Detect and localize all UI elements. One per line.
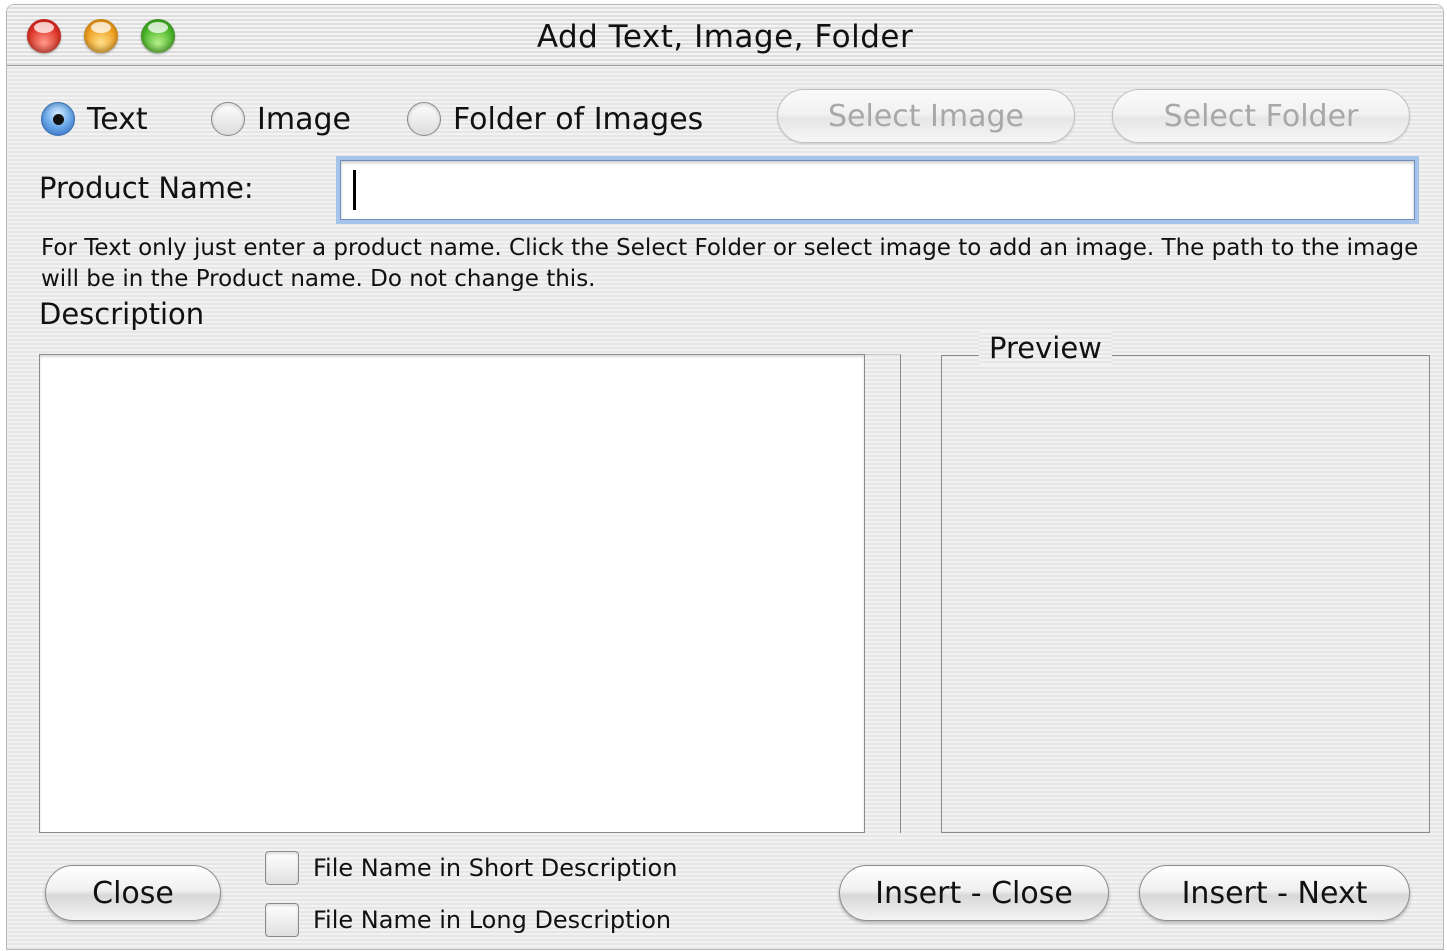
dialog-window: Add Text, Image, Folder Text Image Folde…: [6, 4, 1444, 950]
insert-next-button[interactable]: Insert - Next: [1139, 865, 1410, 921]
checkbox-unchecked-icon[interactable]: [265, 903, 299, 937]
description-label: Description: [39, 297, 205, 331]
radio-selected-icon[interactable]: [41, 102, 75, 136]
description-textarea[interactable]: [39, 354, 865, 833]
preview-panel: [941, 355, 1430, 833]
radio-image-label: Image: [257, 101, 351, 137]
select-image-button[interactable]: Select Image: [777, 89, 1075, 143]
text-caret: [353, 170, 356, 210]
radio-text-label: Text: [87, 101, 148, 137]
checkbox-unchecked-icon[interactable]: [265, 851, 299, 885]
select-folder-button[interactable]: Select Folder: [1112, 89, 1410, 143]
radio-folder-label: Folder of Images: [453, 101, 704, 137]
preview-title: Preview: [979, 331, 1112, 365]
product-name-label: Product Name:: [39, 171, 254, 205]
help-text: For Text only just enter a product name.…: [41, 235, 1419, 292]
product-name-input[interactable]: [340, 160, 1415, 220]
radio-folder-of-images[interactable]: Folder of Images: [407, 97, 703, 141]
radio-image[interactable]: Image: [211, 97, 351, 141]
title-bar[interactable]: Add Text, Image, Folder: [7, 5, 1443, 66]
window-title: Add Text, Image, Folder: [536, 19, 914, 55]
insert-close-button[interactable]: Insert - Close: [839, 865, 1109, 921]
short-description-label: File Name in Short Description: [313, 854, 678, 882]
radio-unselected-icon[interactable]: [407, 102, 441, 136]
close-button[interactable]: Close: [45, 865, 221, 921]
description-scrollbar[interactable]: [865, 354, 901, 833]
radio-text[interactable]: Text: [41, 97, 148, 141]
long-description-checkbox[interactable]: File Name in Long Description: [265, 900, 671, 940]
radio-unselected-icon[interactable]: [211, 102, 245, 136]
short-description-checkbox[interactable]: File Name in Short Description: [265, 848, 677, 888]
long-description-label: File Name in Long Description: [313, 906, 672, 934]
